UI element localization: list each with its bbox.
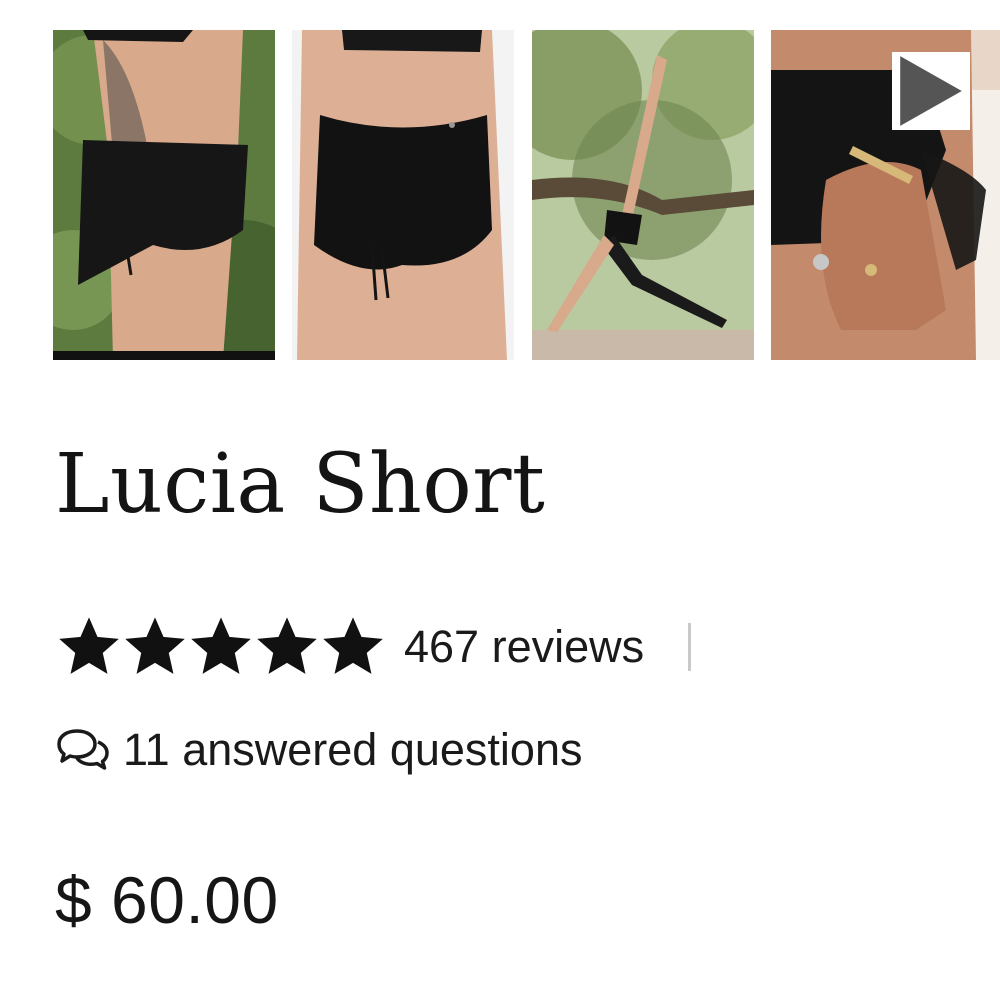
play-icon xyxy=(900,56,962,126)
product-title: Lucia Short xyxy=(55,437,546,532)
star-icon xyxy=(124,617,186,677)
chat-bubbles-icon xyxy=(57,729,109,770)
answered-questions-label: 11 answered questions xyxy=(123,724,583,775)
product-thumbnail-2[interactable] xyxy=(292,30,514,360)
divider xyxy=(688,623,692,671)
star-icon xyxy=(322,617,384,677)
product-page: Lucia Short 467 reviews 11 answered ques… xyxy=(0,0,1000,1000)
product-thumbnail-4-video[interactable] xyxy=(771,30,1000,360)
star-icon xyxy=(256,617,318,677)
product-photo-yoga-pose xyxy=(532,30,754,360)
product-photo-front xyxy=(292,30,514,360)
product-photo-side-tattoo xyxy=(53,30,275,360)
play-video-button[interactable] xyxy=(892,52,970,130)
rating-row: 467 reviews xyxy=(58,612,692,682)
answered-questions-link[interactable]: 11 answered questions xyxy=(55,718,582,782)
reviews-link[interactable]: 467 reviews xyxy=(404,621,644,673)
product-price: $ 60.00 xyxy=(55,863,279,937)
star-rating[interactable] xyxy=(58,617,384,677)
product-thumbnail-1[interactable] xyxy=(53,30,275,360)
star-icon xyxy=(190,617,252,677)
product-thumbnail-3[interactable] xyxy=(532,30,754,360)
star-icon xyxy=(58,617,120,677)
